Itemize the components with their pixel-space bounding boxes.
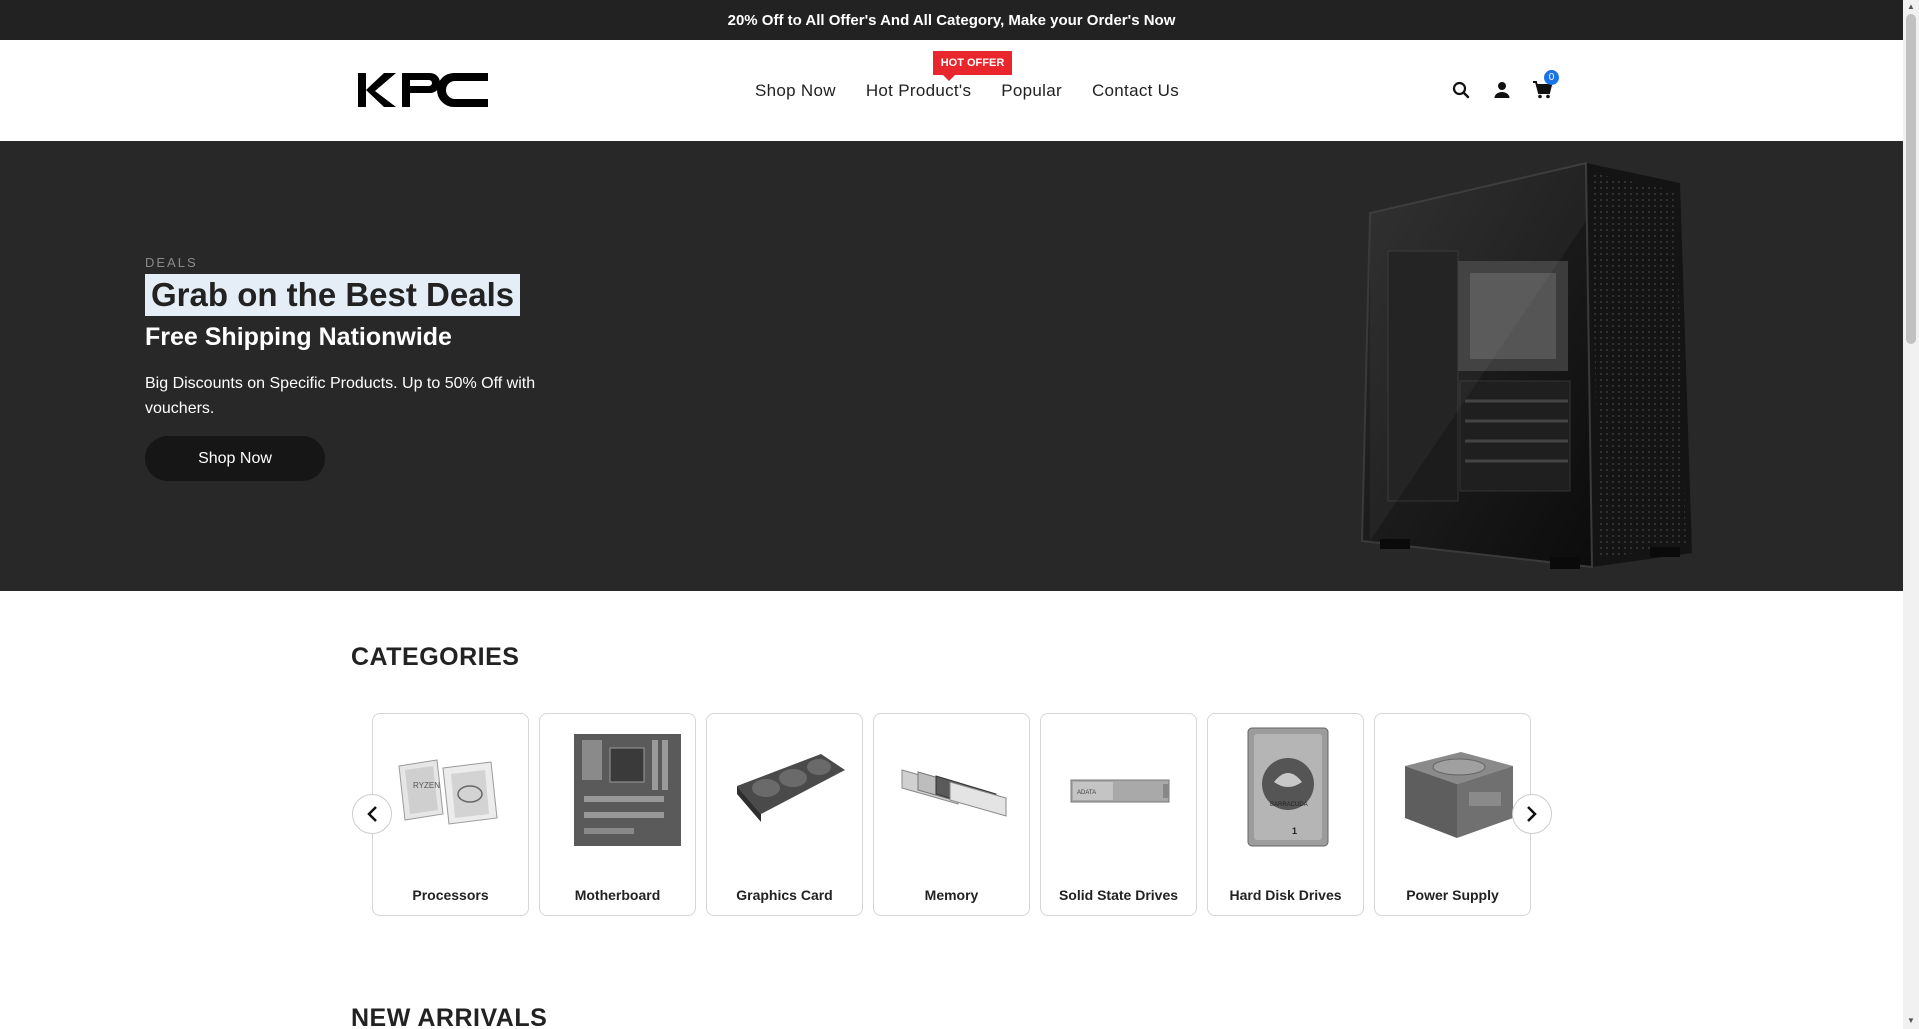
- nav-contact-us[interactable]: Contact Us: [1077, 81, 1194, 101]
- page: 20% Off to All Offer's And All Category,…: [0, 0, 1919, 1029]
- category-card-motherboard[interactable]: Motherboard: [539, 713, 696, 916]
- hero-description: Big Discounts on Specific Products. Up t…: [145, 375, 536, 417]
- power-supply-image: [1405, 752, 1513, 838]
- cart-count-badge: 0: [1544, 70, 1559, 85]
- scroll-down-icon[interactable]: ▼: [1906, 1016, 1916, 1026]
- site-header: Shop Now Hot Product's Popular Contact U…: [0, 40, 1903, 141]
- category-label: Power Supply: [1406, 887, 1499, 903]
- category-label: Solid State Drives: [1058, 887, 1179, 903]
- cart-icon[interactable]: 0: [1528, 70, 1559, 104]
- nav-popular[interactable]: Popular: [986, 81, 1077, 101]
- processor-image: RYZEN: [398, 759, 498, 825]
- hero-overline: DEALS: [145, 255, 198, 270]
- category-label: Hard Disk Drives: [1229, 887, 1342, 903]
- category-card-memory[interactable]: Memory: [873, 713, 1030, 916]
- category-card-graphics-card[interactable]: Graphics Card: [706, 713, 863, 916]
- memory-image: [901, 769, 1007, 817]
- hero-subtitle: Free Shipping Nationwide: [145, 323, 452, 351]
- carousel-next-button[interactable]: [1512, 794, 1552, 834]
- category-card-power-supply[interactable]: Power Supply: [1374, 713, 1531, 916]
- chevron-right-icon: [1527, 806, 1537, 822]
- svg-text:RYZEN: RYZEN: [413, 781, 440, 790]
- search-icon[interactable]: [1447, 76, 1475, 104]
- carousel-prev-button[interactable]: [352, 794, 392, 834]
- nav-hot-products[interactable]: Hot Product's: [851, 81, 986, 101]
- svg-text:1: 1: [1292, 826, 1297, 836]
- scroll-thumb[interactable]: [1906, 14, 1916, 344]
- chevron-left-icon: [367, 806, 377, 822]
- nav-shop-now[interactable]: Shop Now: [740, 81, 851, 101]
- hot-offer-badge: HOT OFFER: [933, 51, 1012, 81]
- hdd-image: BARRACUDA 1: [1247, 727, 1329, 847]
- hero-title: Grab on the Best Deals: [145, 274, 521, 316]
- hero-shop-now-button[interactable]: Shop Now: [145, 436, 325, 481]
- user-icon[interactable]: [1488, 76, 1516, 104]
- category-card-hdd[interactable]: BARRACUDA 1 Hard Disk Drives: [1207, 713, 1364, 916]
- motherboard-image: [574, 734, 681, 846]
- category-card-processors[interactable]: RYZEN Processors: [372, 713, 529, 916]
- announcement-bar: 20% Off to All Offer's And All Category,…: [0, 0, 1903, 40]
- scroll-up-icon[interactable]: ▲: [1906, 2, 1916, 12]
- announcement-text: 20% Off to All Offer's And All Category,…: [727, 11, 1176, 29]
- ssd-image: ADATA: [1070, 779, 1170, 803]
- kpc-logo[interactable]: [356, 70, 490, 110]
- new-arrivals-title: NEW ARRIVALS: [351, 1004, 548, 1029]
- categories-carousel: RYZEN Processors Motherboard Graphics Ca…: [372, 713, 1531, 916]
- category-label: Memory: [924, 887, 979, 903]
- categories-title: CATEGORIES: [351, 643, 520, 671]
- hero-banner: DEALS Grab on the Best Deals Free Shippi…: [0, 141, 1903, 591]
- svg-text:ADATA: ADATA: [1077, 790, 1096, 796]
- category-label: Processors: [412, 887, 489, 903]
- category-label: Motherboard: [574, 887, 661, 903]
- hot-offer-text: HOT OFFER: [940, 57, 1005, 69]
- category-card-ssd[interactable]: ADATA Solid State Drives: [1040, 713, 1197, 916]
- category-label: Graphics Card: [736, 887, 833, 903]
- pc-case-image: [1360, 161, 1692, 569]
- page-scrollbar[interactable]: ▲ ▼: [1903, 0, 1919, 1029]
- svg-text:BARRACUDA: BARRACUDA: [1270, 802, 1308, 808]
- graphics-card-image: [737, 754, 845, 822]
